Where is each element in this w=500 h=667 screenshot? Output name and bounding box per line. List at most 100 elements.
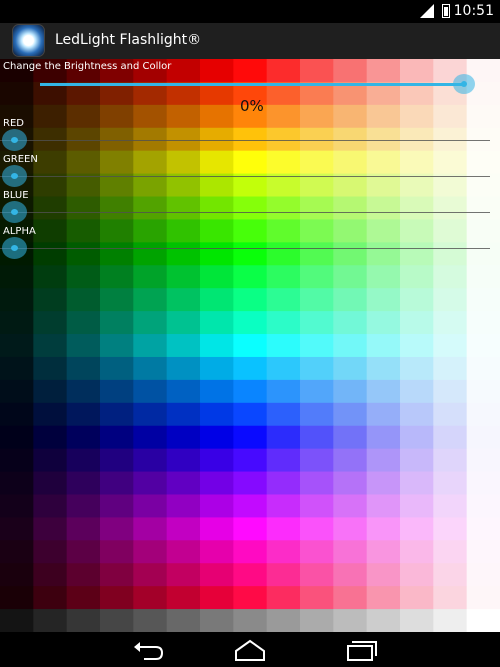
color-swatch[interactable]	[100, 563, 134, 587]
color-swatch[interactable]	[133, 219, 168, 243]
color-swatch[interactable]	[233, 242, 268, 266]
color-swatch[interactable]	[0, 517, 34, 541]
color-swatch[interactable]	[100, 379, 134, 404]
color-swatch[interactable]	[166, 311, 201, 335]
color-swatch[interactable]	[233, 311, 268, 335]
color-swatch[interactable]	[466, 540, 500, 564]
color-swatch[interactable]	[366, 402, 401, 427]
color-swatch[interactable]	[166, 196, 201, 220]
color-swatch[interactable]	[433, 448, 468, 473]
color-swatch[interactable]	[266, 540, 301, 564]
color-swatch[interactable]	[33, 425, 68, 450]
flashlight-logo-icon[interactable]	[12, 24, 45, 57]
color-swatch[interactable]	[300, 609, 334, 632]
color-swatch[interactable]	[266, 104, 301, 129]
color-swatch[interactable]	[200, 494, 234, 518]
color-swatch[interactable]	[100, 586, 134, 610]
color-swatch[interactable]	[66, 494, 101, 518]
color-swatch[interactable]	[400, 402, 434, 427]
color-swatch[interactable]	[200, 265, 234, 289]
color-swatch[interactable]	[33, 402, 68, 427]
color-swatch[interactable]	[466, 196, 500, 220]
color-swatch[interactable]	[266, 288, 301, 312]
color-swatch[interactable]	[66, 173, 101, 198]
color-swatch[interactable]	[233, 219, 268, 243]
color-swatch[interactable]	[333, 448, 368, 473]
color-swatch[interactable]	[33, 586, 68, 610]
color-swatch[interactable]	[100, 517, 134, 541]
color-swatch[interactable]	[233, 150, 268, 175]
color-swatch[interactable]	[100, 425, 134, 450]
brightness-slider[interactable]	[40, 83, 463, 86]
color-swatch[interactable]	[233, 448, 268, 473]
color-swatch[interactable]	[66, 219, 101, 243]
color-swatch[interactable]	[266, 150, 301, 175]
color-swatch[interactable]	[433, 609, 468, 632]
color-swatch[interactable]	[366, 334, 401, 358]
color-swatch[interactable]	[166, 173, 201, 198]
color-swatch[interactable]	[133, 242, 168, 266]
color-swatch[interactable]	[33, 219, 68, 243]
color-swatch[interactable]	[166, 448, 201, 473]
color-swatch[interactable]	[333, 471, 368, 495]
color-swatch[interactable]	[233, 379, 268, 404]
color-swatch[interactable]	[133, 311, 168, 335]
color-swatch[interactable]	[233, 334, 268, 358]
color-swatch[interactable]	[200, 540, 234, 564]
color-swatch[interactable]	[100, 104, 134, 129]
color-swatch[interactable]	[466, 311, 500, 335]
color-swatch[interactable]	[366, 540, 401, 564]
color-swatch[interactable]	[33, 609, 68, 632]
color-swatch[interactable]	[100, 311, 134, 335]
color-swatch[interactable]	[0, 563, 34, 587]
color-swatch[interactable]	[166, 334, 201, 358]
color-swatch[interactable]	[333, 563, 368, 587]
color-swatch[interactable]	[466, 265, 500, 289]
color-swatch[interactable]	[100, 540, 134, 564]
red-slider-track[interactable]	[0, 140, 490, 141]
color-swatch[interactable]	[300, 494, 334, 518]
color-swatch[interactable]	[133, 402, 168, 427]
color-swatch[interactable]	[66, 356, 101, 381]
color-swatch[interactable]	[333, 242, 368, 266]
color-swatch[interactable]	[400, 471, 434, 495]
color-swatch[interactable]	[133, 173, 168, 198]
color-swatch[interactable]	[466, 219, 500, 243]
color-swatch[interactable]	[166, 494, 201, 518]
color-swatch[interactable]	[333, 586, 368, 610]
color-swatch[interactable]	[200, 59, 234, 83]
color-swatch[interactable]	[233, 402, 268, 427]
color-swatch[interactable]	[33, 242, 68, 266]
color-swatch[interactable]	[300, 471, 334, 495]
color-swatch[interactable]	[233, 356, 268, 381]
color-swatch[interactable]	[0, 471, 34, 495]
color-swatch[interactable]	[333, 265, 368, 289]
color-swatch[interactable]	[466, 150, 500, 175]
color-swatch[interactable]	[100, 288, 134, 312]
color-swatch[interactable]	[266, 425, 301, 450]
color-swatch[interactable]	[400, 517, 434, 541]
color-swatch[interactable]	[400, 425, 434, 450]
color-swatch[interactable]	[366, 471, 401, 495]
color-swatch[interactable]	[233, 196, 268, 220]
recents-icon[interactable]	[340, 638, 380, 662]
color-swatch[interactable]	[333, 59, 368, 83]
color-swatch[interactable]	[0, 265, 34, 289]
color-swatch[interactable]	[300, 379, 334, 404]
color-swatch[interactable]	[233, 494, 268, 518]
color-swatch[interactable]	[66, 609, 101, 632]
color-swatch[interactable]	[133, 104, 168, 129]
color-swatch[interactable]	[200, 379, 234, 404]
color-swatch[interactable]	[0, 334, 34, 358]
color-swatch[interactable]	[166, 242, 201, 266]
color-swatch[interactable]	[300, 517, 334, 541]
color-swatch[interactable]	[466, 356, 500, 381]
color-swatch[interactable]	[33, 288, 68, 312]
color-swatch[interactable]	[333, 219, 368, 243]
color-swatch[interactable]	[433, 471, 468, 495]
color-swatch[interactable]	[200, 448, 234, 473]
blue-slider-track[interactable]	[0, 212, 490, 213]
color-swatch[interactable]	[133, 471, 168, 495]
color-swatch[interactable]	[333, 494, 368, 518]
color-swatch[interactable]	[233, 425, 268, 450]
